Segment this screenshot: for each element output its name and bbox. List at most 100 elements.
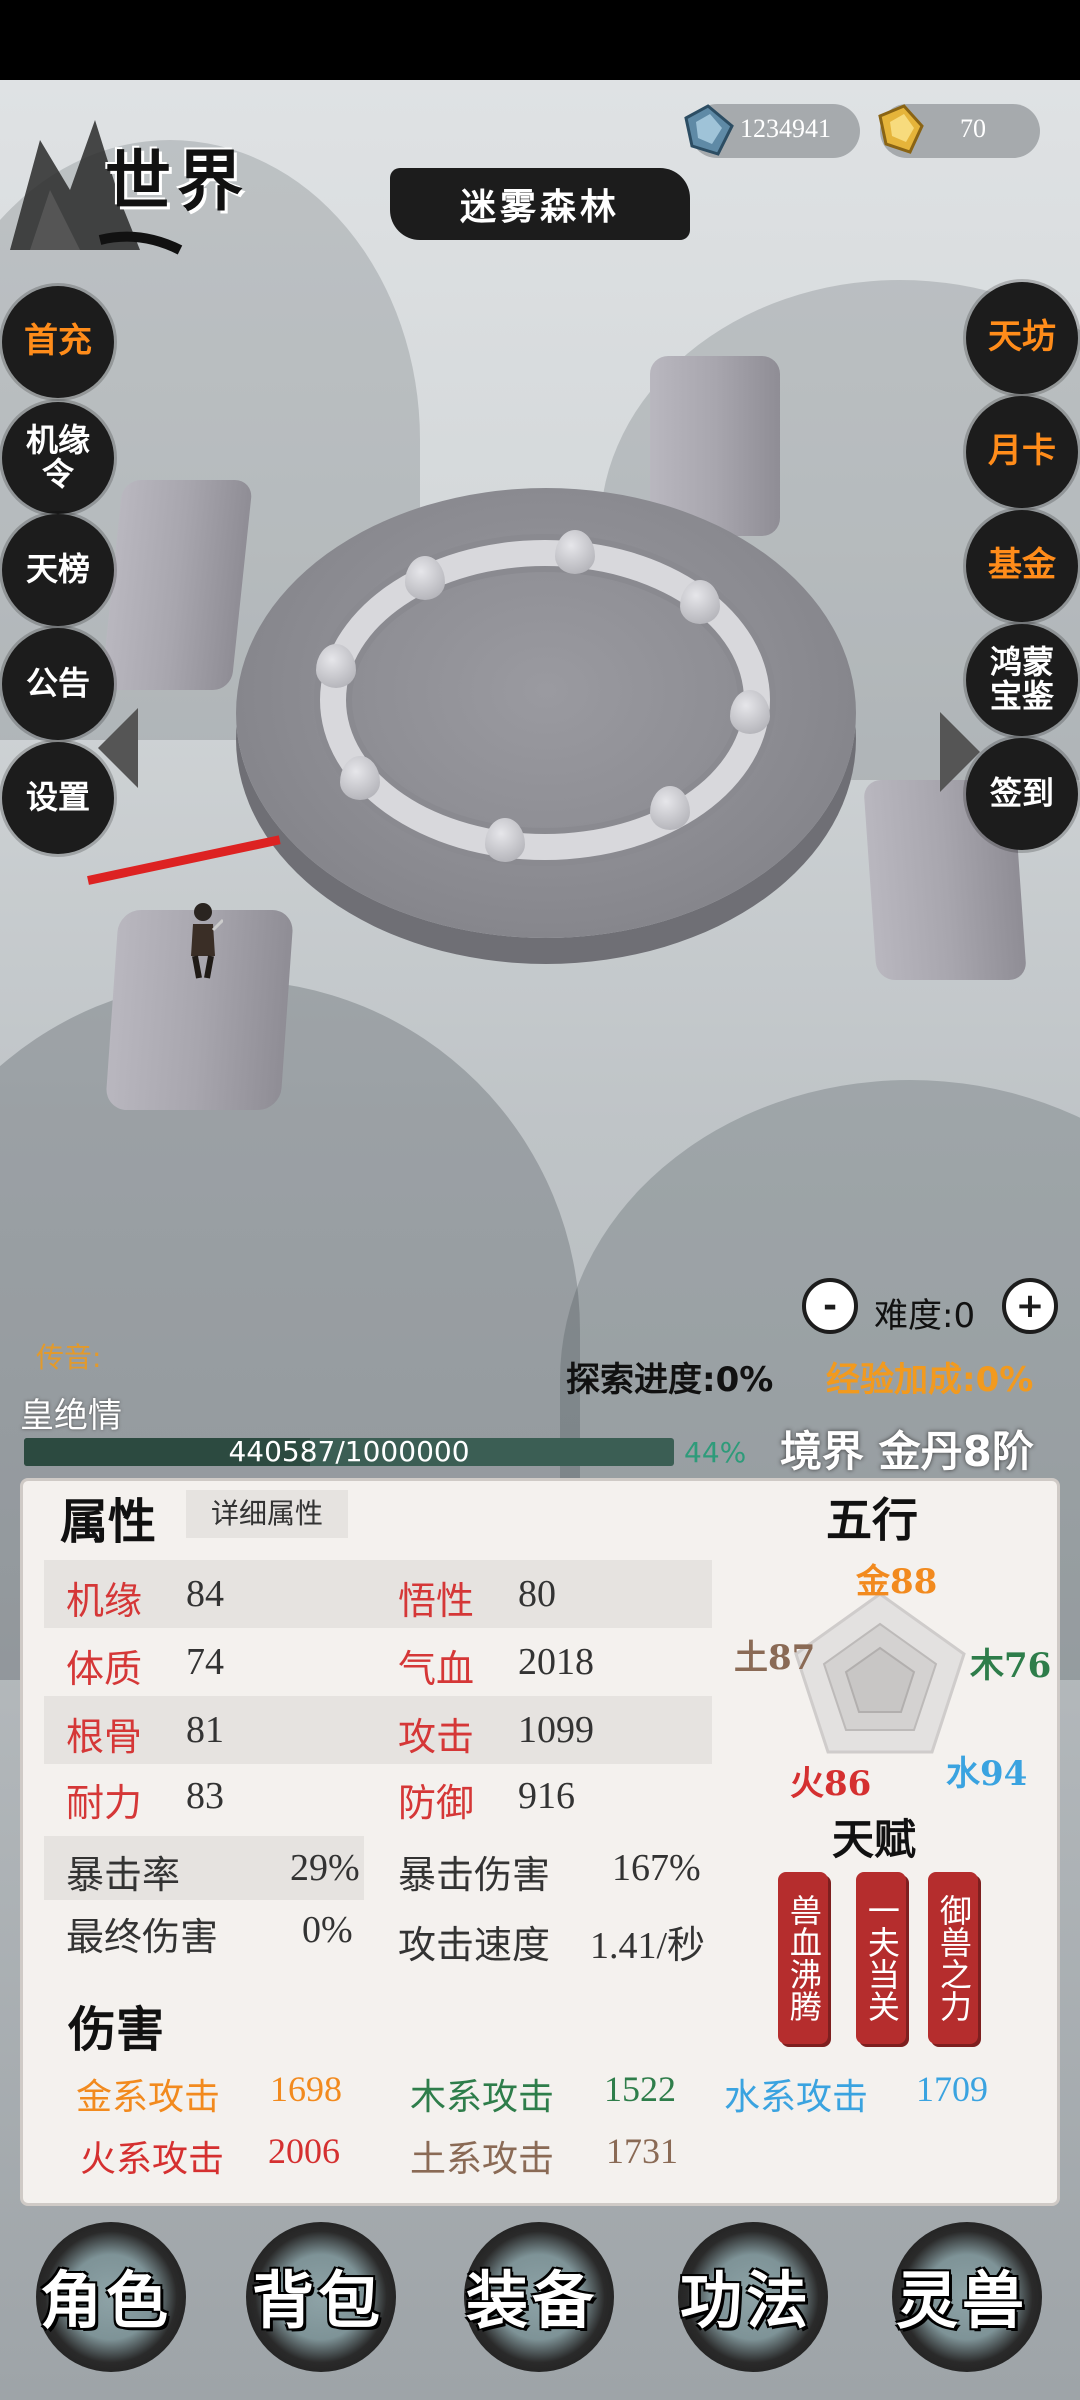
gold-ingot-value: 70 bbox=[960, 114, 986, 143]
wuxing-fire: 火86 bbox=[790, 1764, 872, 1804]
wuxing-water: 水94 bbox=[946, 1754, 1028, 1794]
fortune-token-button[interactable]: 机缘令 bbox=[2, 402, 114, 514]
spirit-stone-icon bbox=[678, 100, 738, 160]
location-title: 迷雾森林 bbox=[459, 186, 620, 228]
dmg-earth-value: 1731 bbox=[606, 2131, 678, 2171]
nav-character-label: 角色 bbox=[40, 2264, 173, 2337]
talent-label: 兽血沸腾 bbox=[784, 1894, 823, 2022]
wuxing-pentagon bbox=[794, 1592, 966, 1754]
exp-bonus: 经验加成:0% bbox=[826, 1360, 1034, 1400]
nav-skills-label: 功法 bbox=[680, 2264, 813, 2337]
dmg-fire-label: 火系攻击 bbox=[80, 2139, 225, 2180]
dmg-wood-label: 木系攻击 bbox=[410, 2077, 555, 2118]
player-character bbox=[183, 900, 225, 980]
dmg-metal-label: 金系攻击 bbox=[76, 2077, 221, 2118]
final-dmg-value: 0% bbox=[302, 1909, 353, 1951]
monthly-card-button[interactable]: 月卡 bbox=[966, 396, 1078, 508]
difficulty-minus-button[interactable]: - bbox=[802, 1278, 858, 1334]
chuanyin-label[interactable]: 传音: bbox=[36, 1336, 101, 1376]
sky-ranking-button[interactable]: 天榜 bbox=[2, 514, 114, 626]
dmg-fire-value: 2006 bbox=[268, 2131, 340, 2171]
dmg-water-value: 1709 bbox=[916, 2069, 988, 2109]
damage-title: 伤害 bbox=[68, 2002, 165, 2058]
plus-icon: + bbox=[1015, 1286, 1045, 1326]
status-bar bbox=[0, 0, 1080, 80]
explore-progress: 探索进度:0% bbox=[566, 1360, 774, 1400]
stat-value: 81 bbox=[186, 1709, 224, 1751]
crit-dmg-value: 167% bbox=[612, 1847, 701, 1889]
first-recharge-button[interactable]: 首充 bbox=[2, 286, 114, 398]
sign-in-button[interactable]: 签到 bbox=[966, 738, 1078, 850]
talents-title: 天赋 bbox=[832, 1815, 917, 1864]
first-recharge-label: 首充 bbox=[24, 321, 92, 362]
hongmeng-treasure-button[interactable]: 鸿蒙宝鉴 bbox=[966, 624, 1078, 736]
wuxing-wood: 木76 bbox=[970, 1646, 1052, 1686]
settings-label: 设置 bbox=[25, 778, 90, 817]
stat-row-bg bbox=[44, 1696, 712, 1764]
minus-icon: - bbox=[822, 1286, 838, 1326]
spirit-stone-value: 1234941 bbox=[740, 114, 831, 143]
atk-speed-value: 1.41/秒 bbox=[590, 1925, 706, 1967]
stat-label: 体质 bbox=[66, 1647, 143, 1691]
talent-label: 一夫当关 bbox=[862, 1894, 901, 2022]
difficulty-plus-button[interactable]: + bbox=[1002, 1278, 1058, 1334]
attributes-title: 属性 bbox=[60, 1494, 157, 1550]
stat-label: 悟性 bbox=[398, 1579, 475, 1623]
sky-ranking-label: 天榜 bbox=[25, 550, 90, 589]
stat-label: 攻击 bbox=[398, 1715, 475, 1759]
player-name: 皇绝情 bbox=[20, 1396, 122, 1436]
wuxing-title: 五行 bbox=[826, 1493, 918, 1547]
stat-value: 1099 bbox=[518, 1709, 594, 1751]
crit-dmg-label: 暴击伤害 bbox=[398, 1853, 551, 1897]
atk-speed-label: 攻击速度 bbox=[398, 1923, 551, 1967]
exp-text: 440587/1000000 bbox=[228, 1438, 470, 1466]
stat-label: 防御 bbox=[398, 1781, 475, 1825]
difficulty-label: 难度:0 bbox=[874, 1296, 976, 1336]
exp-bar: 440587/1000000 bbox=[24, 1438, 674, 1466]
world-title: 世界 bbox=[105, 142, 249, 220]
crit-rate-label: 暴击率 bbox=[66, 1853, 181, 1897]
right-arrow-icon[interactable] bbox=[940, 712, 980, 792]
talent-beast-power[interactable]: 御兽之力 bbox=[928, 1872, 978, 2044]
sky-workshop-label: 天坊 bbox=[988, 317, 1056, 358]
fund-button[interactable]: 基金 bbox=[966, 510, 1078, 622]
announcement-label: 公告 bbox=[25, 664, 90, 703]
stat-label: 机缘 bbox=[66, 1579, 143, 1623]
stat-row-bg bbox=[44, 1560, 712, 1628]
stat-value: 80 bbox=[518, 1573, 556, 1615]
wuxing-earth: 土87 bbox=[734, 1638, 816, 1678]
dmg-earth-label: 土系攻击 bbox=[410, 2139, 555, 2180]
nav-bag-label: 背包 bbox=[252, 2264, 385, 2337]
nav-equipment-label: 装备 bbox=[466, 2264, 599, 2337]
stat-value: 74 bbox=[186, 1641, 224, 1683]
crit-rate-value: 29% bbox=[290, 1847, 360, 1889]
dmg-water-label: 水系攻击 bbox=[724, 2077, 869, 2118]
talent-beast-blood[interactable]: 兽血沸腾 bbox=[778, 1872, 828, 2044]
detailed-attributes-tab[interactable]: 详细属性 bbox=[186, 1490, 348, 1538]
wuxing-metal: 金88 bbox=[856, 1562, 938, 1602]
dmg-wood-value: 1522 bbox=[604, 2069, 676, 2109]
fund-label: 基金 bbox=[988, 545, 1056, 586]
left-arrow-icon[interactable] bbox=[98, 708, 138, 788]
gold-ingot-icon bbox=[870, 100, 930, 160]
talent-one-guards[interactable]: 一夫当关 bbox=[856, 1872, 906, 2044]
monthly-card-label: 月卡 bbox=[988, 431, 1056, 472]
nav-spirit-beast-label: 灵兽 bbox=[896, 2264, 1029, 2337]
stat-label: 气血 bbox=[398, 1647, 475, 1691]
stat-value: 83 bbox=[186, 1775, 224, 1817]
sky-workshop-button[interactable]: 天坊 bbox=[966, 282, 1078, 394]
talent-label: 御兽之力 bbox=[934, 1894, 973, 2022]
realm-label: 境界 金丹8阶 bbox=[780, 1427, 1034, 1476]
exp-percent: 44% bbox=[684, 1436, 747, 1469]
stat-label: 耐力 bbox=[66, 1781, 143, 1825]
stat-value: 84 bbox=[186, 1573, 224, 1615]
fortune-token-label: 机缘令 bbox=[25, 421, 90, 493]
stat-value: 2018 bbox=[518, 1641, 594, 1683]
pillar-left bbox=[100, 480, 254, 690]
hongmeng-treasure-label: 鸿蒙宝鉴 bbox=[989, 643, 1054, 715]
dmg-metal-value: 1698 bbox=[270, 2069, 342, 2109]
location-banner: 迷雾森林 bbox=[390, 168, 690, 240]
stat-value: 916 bbox=[518, 1775, 575, 1817]
final-dmg-label: 最终伤害 bbox=[66, 1915, 219, 1959]
sign-in-label: 签到 bbox=[989, 774, 1054, 813]
